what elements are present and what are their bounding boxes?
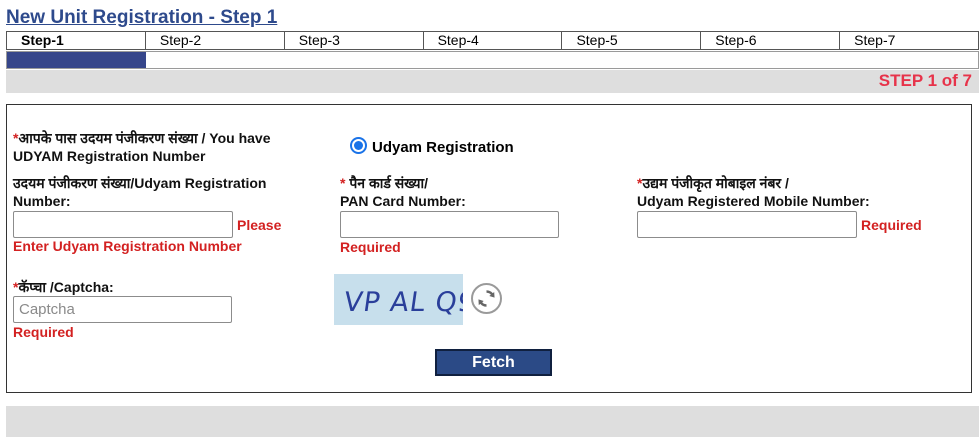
udyam-registration-radio-label[interactable]: Udyam Registration [372, 139, 514, 156]
refresh-icon [478, 290, 495, 307]
mobile-label: *उद्यम पंजीकृत मोबाइल नंबर / Udyam Regis… [637, 175, 870, 209]
fetch-button[interactable]: Fetch [435, 349, 552, 376]
captcha-label: *कॅप्चा /Captcha: [13, 279, 114, 295]
tab-step-4[interactable]: Step-4 [422, 32, 562, 49]
pan-error: Required [340, 239, 401, 255]
udyam-registration-radio-group: Udyam Registration [350, 135, 514, 156]
tab-step-7[interactable]: Step-7 [839, 32, 978, 49]
udyam-number-error-detail: Enter Udyam Registration Number [13, 238, 242, 254]
radio-selected-dot [354, 141, 363, 150]
mobile-input[interactable] [637, 211, 857, 238]
progress-bar-fill [7, 52, 146, 68]
page-title: New Unit Registration - Step 1 [6, 7, 278, 28]
tab-step-1[interactable]: Step-1 [7, 32, 145, 49]
svg-text:VP AL Q9: VP AL Q9 [342, 287, 463, 318]
udyam-number-input[interactable] [13, 211, 233, 238]
pan-label: * पैन कार्ड संख्या/ PAN Card Number: [340, 175, 466, 209]
pan-input[interactable] [340, 211, 559, 238]
tab-step-3[interactable]: Step-3 [283, 32, 423, 49]
captcha-input[interactable] [13, 296, 232, 323]
step-counter-bar: STEP 1 of 7 [6, 70, 979, 93]
registration-form: *आपके पास उदयम पंजीकरण संख्या / You have… [6, 104, 972, 393]
tab-step-6[interactable]: Step-6 [700, 32, 839, 49]
captcha-error: Required [13, 324, 74, 340]
udyam-question-label: *आपके पास उदयम पंजीकरण संख्या / You have… [13, 130, 271, 164]
progress-bar [6, 51, 979, 69]
udyam-number-label: उदयम पंजीकरण संख्या/Udyam Registration N… [13, 175, 267, 209]
steps-tab-bar: Step-1 Step-2 Step-3 Step-4 Step-5 Step-… [6, 31, 979, 50]
captcha-refresh-button[interactable] [471, 283, 502, 314]
udyam-registration-radio[interactable] [350, 137, 367, 154]
footer-bar [6, 406, 979, 437]
step-counter: STEP 1 of 7 [878, 71, 972, 90]
tab-step-2[interactable]: Step-2 [144, 32, 284, 49]
captcha-image: VP AL Q9 [334, 274, 478, 325]
mobile-error: Required [861, 217, 922, 233]
udyam-number-error: Please [237, 217, 282, 233]
tab-step-5[interactable]: Step-5 [561, 32, 700, 49]
